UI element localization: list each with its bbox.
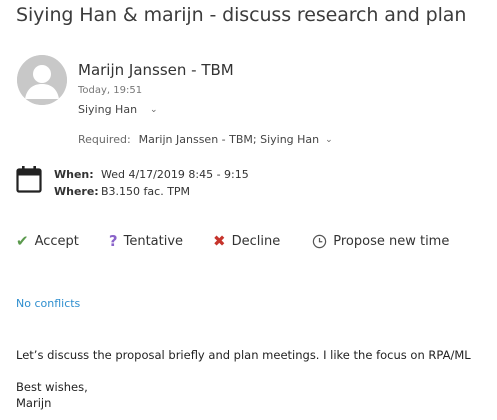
email-subject: Siying Han & marijn - discuss research a… — [16, 4, 467, 26]
email-body: Let’s discuss the proposal briefly and p… — [16, 347, 471, 411]
body-line: Let’s discuss the proposal briefly and p… — [16, 348, 471, 362]
body-signature: Marijn — [16, 396, 52, 410]
sent-time: Today, 19:51 — [78, 85, 143, 96]
accept-button[interactable]: ✔ Accept — [16, 232, 79, 250]
when-label: When: — [54, 168, 94, 181]
sender-avatar[interactable] — [17, 55, 67, 105]
conflicts-status: No conflicts — [16, 297, 81, 310]
decline-label: Decline — [231, 234, 281, 249]
body-closing: Best wishes, — [16, 380, 88, 394]
required-attendees-value: Marijn Janssen - TBM; Siying Han — [138, 133, 320, 146]
x-icon: ✖ — [213, 232, 226, 250]
chevron-down-icon[interactable]: ⌄ — [150, 105, 158, 115]
accept-label: Accept — [34, 234, 79, 249]
calendar-icon — [16, 166, 42, 193]
sender-name[interactable]: Marijn Janssen - TBM — [78, 61, 234, 79]
person-avatar-icon — [17, 55, 67, 105]
required-label: Required: — [78, 133, 131, 146]
meeting-where-row: Where: B3.150 fac. TPM — [54, 183, 249, 200]
where-value: B3.150 fac. TPM — [101, 185, 191, 198]
question-mark-icon: ? — [108, 232, 118, 250]
chevron-down-icon[interactable]: ⌄ — [325, 135, 333, 145]
when-value: Wed 4/17/2019 8:45 - 9:15 — [101, 168, 249, 181]
clock-icon — [313, 234, 327, 249]
response-actions: ✔ Accept ? Tentative ✖ Decline Propose n… — [16, 232, 449, 250]
tentative-label: Tentative — [123, 234, 184, 249]
tentative-button[interactable]: ? Tentative — [108, 232, 184, 250]
decline-button[interactable]: ✖ Decline — [213, 232, 281, 250]
propose-new-time-button[interactable]: Propose new time — [312, 234, 449, 249]
where-label: Where: — [54, 185, 99, 198]
meeting-when-row: When: Wed 4/17/2019 8:45 - 9:15 — [54, 166, 249, 183]
to-recipient[interactable]: Siying Han ⌄ — [78, 103, 158, 116]
required-attendees: Required: Marijn Janssen - TBM; Siying H… — [78, 133, 333, 146]
checkmark-icon: ✔ — [16, 232, 29, 250]
meeting-details: When: Wed 4/17/2019 8:45 - 9:15 Where: B… — [54, 166, 249, 200]
to-recipient-name: Siying Han — [78, 103, 138, 116]
propose-label: Propose new time — [333, 234, 450, 249]
